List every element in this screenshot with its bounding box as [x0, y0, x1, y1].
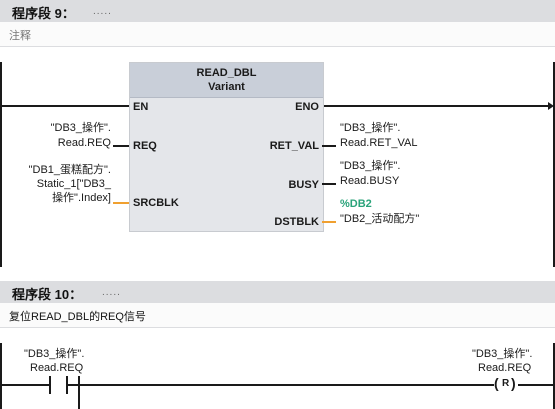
busy-operand-line2[interactable]: Read.BUSY — [340, 175, 399, 187]
network-9-header[interactable]: 程序段 9： ..... — [0, 0, 555, 22]
req-operand-line2[interactable]: Read.REQ — [58, 137, 111, 149]
left-power-rail-10 — [0, 343, 2, 409]
dstblk-operand[interactable]: "DB2_活动配方" — [340, 213, 419, 225]
ret-val-operand-line1[interactable]: "DB3_操作". — [340, 122, 400, 134]
coil-wire-right — [518, 384, 553, 386]
network-10-comment-text: 复位READ_DBL的REQ信号 — [9, 311, 146, 323]
en-wire — [0, 105, 129, 107]
contact-operand-line2[interactable]: Read.REQ — [30, 362, 83, 374]
pin-eno[interactable]: ENO — [295, 101, 319, 113]
coil-operand-line2[interactable]: Read.REQ — [478, 362, 531, 374]
network-10-comment[interactable]: 复位READ_DBL的REQ信号 — [0, 303, 555, 328]
branch-rail — [78, 376, 80, 409]
req-operand-line1[interactable]: "DB3_操作". — [51, 122, 111, 134]
ret-val-wire — [322, 145, 336, 147]
pin-dstblk[interactable]: DSTBLK — [274, 216, 319, 228]
network-10-title: 程序段 10： — [12, 287, 83, 302]
pin-srcblk[interactable]: SRCBLK — [133, 197, 179, 209]
dstblk-wire — [322, 221, 336, 223]
srcblk-operand-line3[interactable]: 操作".Index] — [52, 192, 111, 204]
network-9-title-placeholder[interactable]: ..... — [93, 6, 112, 17]
coil-right-paren-icon: ) — [511, 375, 516, 391]
busy-wire — [322, 183, 336, 185]
coil-wire — [80, 384, 494, 386]
eno-arrow-icon — [548, 102, 554, 110]
coil-left-paren-icon: ( — [494, 375, 499, 391]
pin-ret-val[interactable]: RET_VAL — [270, 140, 319, 152]
pin-en[interactable]: EN — [133, 101, 148, 113]
eno-wire — [322, 105, 549, 107]
block-type: Variant — [208, 81, 245, 93]
req-wire — [113, 145, 129, 147]
pin-busy[interactable]: BUSY — [288, 179, 319, 191]
contact-wire-left — [0, 384, 49, 386]
network-10-title-placeholder[interactable]: ..... — [102, 287, 121, 298]
busy-operand-line1[interactable]: "DB3_操作". — [340, 160, 400, 172]
srcblk-operand-line2[interactable]: Static_1["DB3_ — [37, 178, 111, 190]
pin-req[interactable]: REQ — [133, 140, 157, 152]
read-dbl-block-header[interactable]: READ_DBL Variant — [130, 63, 323, 98]
left-power-rail-9 — [0, 62, 2, 267]
ret-val-operand-line2[interactable]: Read.RET_VAL — [340, 137, 417, 149]
read-dbl-block[interactable]: READ_DBL Variant EN ENO REQ RET_VAL BUSY… — [129, 62, 324, 232]
contact-left-plate[interactable] — [49, 376, 51, 394]
srcblk-wire — [113, 202, 129, 204]
network-9-title: 程序段 9： — [12, 6, 75, 21]
dstblk-address: %DB2 — [340, 198, 372, 210]
block-name: READ_DBL — [196, 67, 257, 79]
contact-operand-line1[interactable]: "DB3_操作". — [24, 348, 84, 360]
network-10-header[interactable]: 程序段 10： ..... — [0, 281, 555, 303]
network-9-comment[interactable]: 注释 — [0, 22, 555, 47]
coil-operand-line1[interactable]: "DB3_操作". — [472, 348, 532, 360]
srcblk-operand-line1[interactable]: "DB1_蛋糕配方". — [29, 164, 111, 176]
reset-coil-symbol[interactable]: R — [502, 378, 509, 389]
network-9-comment-text: 注释 — [9, 30, 31, 42]
